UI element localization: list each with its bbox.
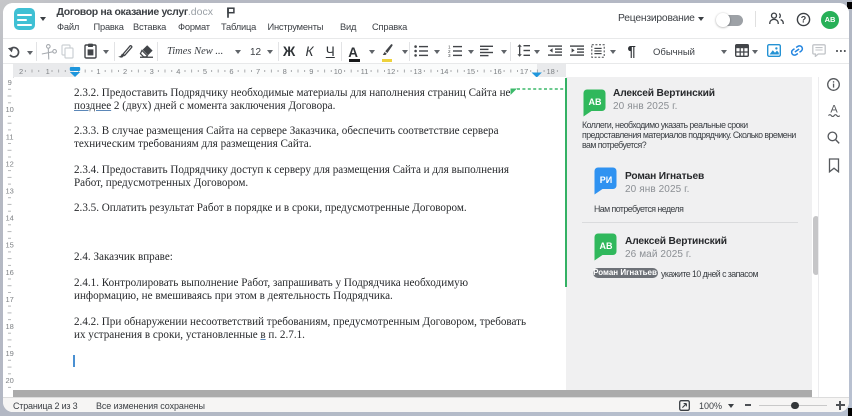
svg-text:13: 13 [6,187,14,196]
svg-text:12: 12 [6,159,14,168]
svg-text:6: 6 [229,67,233,76]
svg-text:2: 2 [123,67,127,76]
svg-text:14: 14 [6,214,14,223]
svg-text:?: ? [801,15,807,25]
svg-text:12: 12 [387,67,395,76]
svg-text:4: 4 [176,67,180,76]
svg-text:17: 17 [6,295,14,304]
svg-text:8: 8 [283,67,287,76]
svg-text:3: 3 [150,67,154,76]
svg-text:19: 19 [6,349,14,358]
svg-text:АВ: АВ [589,97,602,107]
svg-text:10: 10 [6,105,14,114]
svg-text:1: 1 [96,67,100,76]
svg-text:АВ: АВ [600,241,613,251]
svg-text:РИ: РИ [600,175,612,185]
svg-text:15: 15 [6,241,14,250]
svg-text:9: 9 [309,67,313,76]
svg-text:7: 7 [256,67,260,76]
svg-text:2: 2 [19,67,23,76]
svg-text:18: 18 [547,67,555,76]
svg-text:18: 18 [6,322,14,331]
svg-text:5: 5 [203,67,207,76]
svg-text:20: 20 [6,376,14,385]
svg-text:1: 1 [46,67,50,76]
svg-text:10: 10 [334,67,342,76]
svg-text:13: 13 [414,67,422,76]
svg-text:16: 16 [493,67,501,76]
svg-text:11: 11 [361,67,369,76]
svg-text:3: 3 [448,53,451,57]
svg-text:9: 9 [8,78,12,87]
svg-text:А: А [830,104,838,116]
svg-text:11: 11 [6,132,14,141]
svg-text:15: 15 [467,67,475,76]
svg-text:16: 16 [6,268,14,277]
svg-text:14: 14 [440,67,448,76]
svg-text:17: 17 [520,67,528,76]
